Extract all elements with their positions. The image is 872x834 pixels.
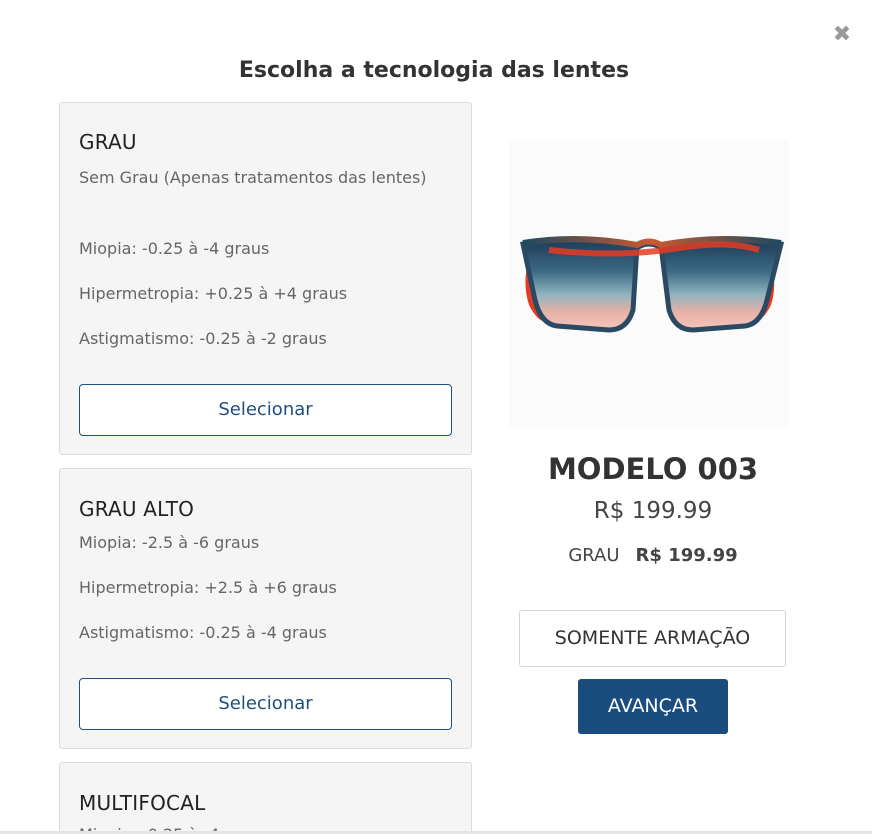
selected-lens-summary: GRAU R$ 199.99 (500, 545, 806, 566)
option-title: MULTIFOCAL (79, 791, 206, 815)
select-grau-button[interactable]: Selecionar (79, 384, 452, 436)
option-title: GRAU (79, 130, 137, 154)
option-card-multifocal: MULTIFOCAL Miopia: -0.25 à -4 graus (59, 762, 472, 834)
frame-only-button[interactable]: SOMENTE ARMAÇÃO (519, 610, 786, 667)
modal-title: Escolha a tecnologia das lentes (238, 58, 630, 83)
option-card-grau: GRAU Sem Grau (Apenas tratamentos das le… (59, 102, 472, 455)
selected-lens-price: R$ 199.99 (635, 545, 738, 566)
eyeglasses-icon (509, 140, 789, 427)
close-icon[interactable]: ✖ (832, 24, 852, 46)
select-grau-alto-button[interactable]: Selecionar (79, 678, 452, 730)
option-detail-myopia: Miopia: -0.25 à -4 graus (79, 239, 270, 258)
option-detail-myopia: Miopia: -2.5 à -6 graus (79, 533, 260, 552)
option-detail-astigmatism: Astigmatismo: -0.25 à -2 graus (79, 329, 327, 348)
next-button[interactable]: AVANÇAR (578, 679, 728, 734)
product-name: MODELO 003 (547, 452, 759, 486)
product-price: R$ 199.99 (593, 498, 713, 524)
option-card-grau-alto: GRAU ALTO Miopia: -2.5 à -6 graus Hiperm… (59, 468, 472, 749)
option-detail-no-prescription: Sem Grau (Apenas tratamentos das lentes) (79, 168, 427, 187)
lens-options-list: GRAU Sem Grau (Apenas tratamentos das le… (59, 102, 472, 834)
option-title: GRAU ALTO (79, 497, 195, 521)
option-detail-hyperopia: Hipermetropia: +0.25 à +4 graus (79, 284, 348, 303)
selected-lens-label: GRAU (568, 545, 620, 566)
option-detail-astigmatism: Astigmatismo: -0.25 à -4 graus (79, 623, 327, 642)
option-detail-hyperopia: Hipermetropia: +2.5 à +6 graus (79, 578, 337, 597)
